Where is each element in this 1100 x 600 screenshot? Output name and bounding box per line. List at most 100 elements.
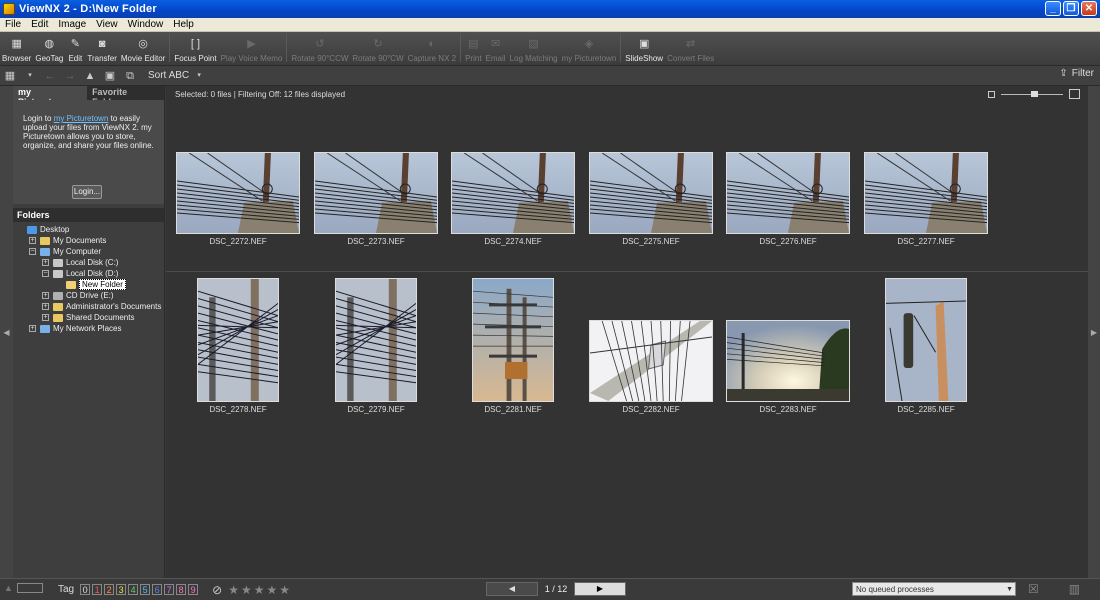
thumbnail[interactable]: DSC_2282.NEF [586, 276, 716, 416]
sort-dropdown[interactable]: Sort ABC [148, 70, 189, 81]
thumbnail-image[interactable] [726, 320, 850, 402]
tab-favorite-folders[interactable]: Favorite Folders [87, 86, 164, 107]
thumbnail[interactable]: DSC_2276.NEF [723, 150, 853, 248]
tab-my-picturetown[interactable]: my Picturetown [13, 86, 88, 107]
menu-image[interactable]: Image [53, 19, 91, 30]
thumbnail-image[interactable] [864, 152, 988, 234]
star-icon[interactable]: ★ [241, 583, 252, 597]
star-icon[interactable]: ★ [266, 583, 277, 597]
tree-item[interactable]: + My Network Places [13, 323, 164, 334]
tag-7[interactable]: 7 [164, 584, 175, 595]
tag-4[interactable]: 4 [128, 584, 139, 595]
zoom-slider[interactable] [1001, 90, 1063, 97]
picturetown-button[interactable]: ◈ my Picturetown [560, 32, 619, 65]
tag-8[interactable]: 8 [176, 584, 187, 595]
tag-0[interactable]: 0 [80, 584, 91, 595]
thumbnail[interactable]: DSC_2273.NEF [311, 150, 441, 248]
convert-button[interactable]: ⇄ Convert Files [665, 32, 716, 65]
zoom-slider-thumb[interactable] [1031, 90, 1038, 97]
log-matching-button[interactable]: ▧ Log Matching [508, 32, 560, 65]
thumbnail-image[interactable] [885, 278, 967, 402]
star-icon[interactable]: ★ [254, 583, 265, 597]
thumbnail-image[interactable] [589, 320, 713, 402]
picturetown-link[interactable]: my Picturetown [54, 114, 109, 123]
tree-item[interactable]: Desktop [13, 224, 164, 235]
camera-button[interactable]: ◙ Transfer [85, 32, 119, 65]
tree-item[interactable]: + My Documents [13, 235, 164, 246]
tag-2[interactable]: 2 [104, 584, 115, 595]
tag-9[interactable]: 9 [188, 584, 199, 595]
back-arrow-icon[interactable]: ← [41, 68, 59, 84]
up-triangle-icon[interactable]: ▲ [4, 583, 13, 593]
tree-item[interactable]: New Folder [13, 279, 164, 290]
tree-item[interactable]: + Shared Documents [13, 312, 164, 323]
thumbnail[interactable]: DSC_2279.NEF [311, 276, 441, 416]
new-folder-icon[interactable]: ▣ [101, 68, 119, 84]
star-icon[interactable]: ★ [279, 583, 290, 597]
thumbnail[interactable]: DSC_2272.NEF [173, 150, 303, 248]
tree-item[interactable]: + Local Disk (C:) [13, 257, 164, 268]
expand-icon[interactable]: + [42, 259, 49, 266]
previous-page-button[interactable]: ◀ [486, 582, 538, 596]
play-button[interactable]: ▶ Play Voice Memo [219, 32, 285, 65]
expand-icon[interactable]: + [42, 303, 49, 310]
menu-edit[interactable]: Edit [26, 19, 53, 30]
thumbnail-image[interactable] [176, 152, 300, 234]
thumbnail-image[interactable] [589, 152, 713, 234]
close-button[interactable]: ✕ [1081, 1, 1097, 16]
maximize-button[interactable]: ❐ [1063, 1, 1079, 16]
next-page-button[interactable]: ▶ [574, 582, 626, 596]
tag-3[interactable]: 3 [116, 584, 127, 595]
minimize-button[interactable]: _ [1045, 1, 1061, 16]
print-button[interactable]: ▤ Print [463, 32, 483, 65]
tag-5[interactable]: 5 [140, 584, 151, 595]
menu-file[interactable]: File [0, 19, 26, 30]
expand-icon[interactable]: + [42, 292, 49, 299]
right-panel-collapse[interactable]: ▶ [1088, 86, 1100, 578]
expand-icon[interactable]: + [42, 314, 49, 321]
tag-1[interactable]: 1 [92, 584, 103, 595]
folder-up-icon[interactable]: ▲ [81, 68, 99, 84]
tree-item[interactable]: + CD Drive (E:) [13, 290, 164, 301]
expand-icon[interactable]: + [29, 237, 36, 244]
thumbnail-view-icon[interactable]: ▦ [1, 68, 19, 84]
sort-arrow-icon[interactable]: ▾ [190, 68, 208, 84]
dropdown-arrow-icon[interactable]: ▾ [21, 68, 39, 84]
rotate-cw-button[interactable]: ↻ Rotate 90°CW [350, 32, 405, 65]
filter-button[interactable]: ⇪ Filter [1059, 68, 1094, 79]
tag-6[interactable]: 6 [152, 584, 163, 595]
menu-help[interactable]: Help [168, 19, 199, 30]
cancel-queue-icon[interactable]: ☒ [1028, 582, 1039, 596]
browser-button[interactable]: ▦ Browser [0, 32, 33, 65]
email-button[interactable]: ✉ Email [484, 32, 508, 65]
menu-window[interactable]: Window [123, 19, 169, 30]
thumbnail-image[interactable] [314, 152, 438, 234]
small-thumbnail-icon[interactable] [988, 90, 995, 98]
slideshow-button[interactable]: ▣ SlideShow [623, 32, 665, 65]
thumbnail[interactable]: DSC_2281.NEF [448, 276, 578, 416]
collapse-icon[interactable]: − [42, 270, 49, 277]
left-panel-collapse[interactable]: ◀ [0, 86, 13, 578]
thumbnail[interactable]: DSC_2274.NEF [448, 150, 578, 248]
edit-button[interactable]: ✎ Edit [65, 32, 85, 65]
thumbnail[interactable]: DSC_2275.NEF [586, 150, 716, 248]
thumbnail[interactable]: DSC_2283.NEF [723, 276, 853, 416]
capture-button[interactable]: ◐ Capture NX 2 [406, 32, 458, 65]
trash-icon[interactable]: ▥ [1069, 582, 1080, 596]
thumbnail-image[interactable] [197, 278, 279, 402]
thumbnail[interactable]: DSC_2278.NEF [173, 276, 303, 416]
thumbnail-image[interactable] [472, 278, 554, 402]
focus-point-button[interactable]: [ ] Focus Point [172, 32, 218, 65]
no-rating-icon[interactable]: ⊘ [212, 583, 222, 597]
large-thumbnail-icon[interactable] [1069, 89, 1080, 99]
thumbnail-image[interactable] [335, 278, 417, 402]
rotate-ccw-button[interactable]: ↺ Rotate 90°CCW [289, 32, 350, 65]
tree-item[interactable]: − Local Disk (D:) [13, 268, 164, 279]
globe-button[interactable]: ◍ GeoTag [33, 32, 65, 65]
expand-icon[interactable]: + [29, 325, 36, 332]
tree-item[interactable]: + Administrator's Documents [13, 301, 164, 312]
forward-arrow-icon[interactable]: → [61, 68, 79, 84]
menu-view[interactable]: View [91, 19, 123, 30]
thumbnail-image[interactable] [451, 152, 575, 234]
login-button[interactable]: Login... [72, 185, 102, 199]
